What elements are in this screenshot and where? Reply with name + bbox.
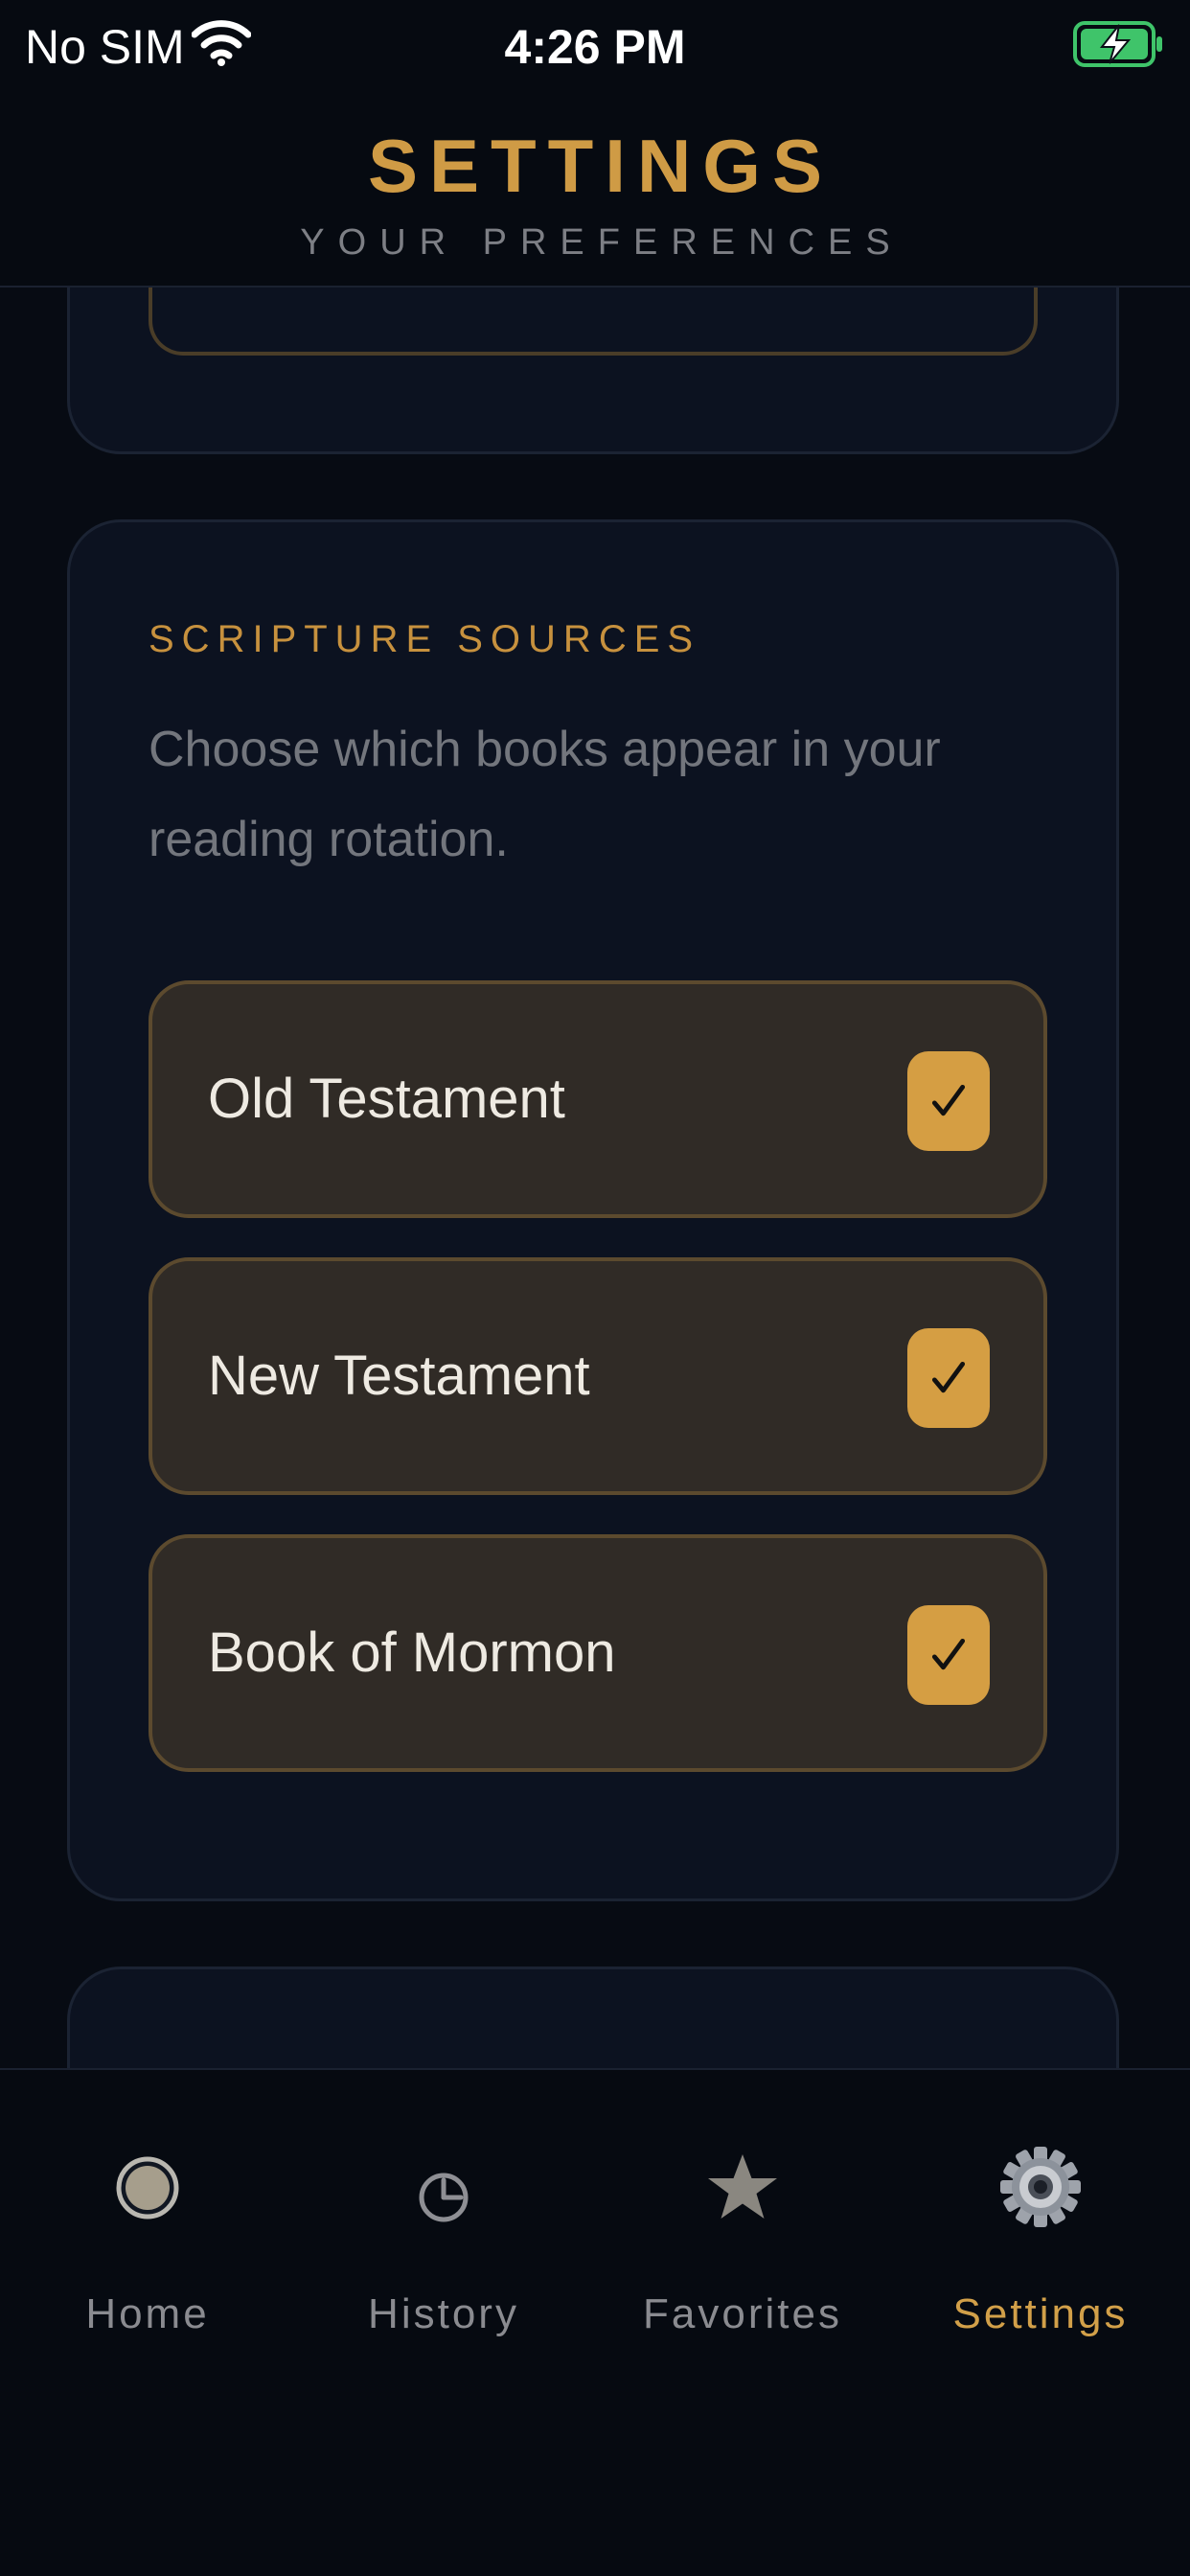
checkbox-checked[interactable]: [907, 1605, 990, 1705]
star-icon: [708, 2154, 777, 2219]
battery-charging-icon: [1073, 21, 1162, 67]
page-header: SETTINGS YOUR PREFERENCES: [0, 96, 1190, 288]
source-row-book-of-mormon[interactable]: Book of Mormon: [149, 1534, 1047, 1772]
tab-settings[interactable]: Settings: [916, 2147, 1165, 2338]
checkbox-checked[interactable]: [907, 1328, 990, 1428]
tab-label: Favorites: [643, 2290, 842, 2337]
source-label: New Testament: [208, 1345, 590, 1407]
tab-history[interactable]: History: [319, 2147, 568, 2338]
scripture-sources-card: SCRIPTURE SOURCES Choose which books app…: [67, 519, 1119, 1901]
tab-label: Home: [85, 2290, 210, 2337]
section-description: Choose which books appear in your readin…: [149, 722, 941, 867]
gear-icon: [1000, 2147, 1081, 2227]
checkbox-checked[interactable]: [907, 1051, 990, 1151]
tab-home[interactable]: Home: [23, 2147, 272, 2338]
section-title: SCRIPTURE SOURCES: [149, 618, 701, 660]
source-row-new-testament[interactable]: New Testament: [149, 1257, 1047, 1495]
tab-favorites[interactable]: Favorites: [618, 2147, 867, 2338]
settings-scroll-area[interactable]: SCRIPTURE SOURCES Choose which books app…: [0, 0, 1190, 2070]
settings-screen: SCRIPTURE SOURCES Choose which books app…: [0, 0, 1190, 2576]
clock-icon: [419, 2173, 469, 2222]
page-subtitle: YOUR PREFERENCES: [300, 222, 904, 263]
page-title: SETTINGS: [367, 124, 835, 208]
tab-label: History: [368, 2290, 519, 2337]
source-row-old-testament[interactable]: Old Testament: [149, 980, 1047, 1218]
next-settings-card: [67, 1966, 1119, 2070]
checkmark-icon: [931, 1638, 966, 1670]
tab-bar: Home History Favorites Settings: [0, 2068, 1190, 2576]
checkmark-icon: [931, 1361, 966, 1393]
home-icon: [116, 2156, 179, 2220]
clock: 4:26 PM: [504, 20, 686, 74]
checkmark-icon: [931, 1084, 966, 1116]
source-label: Book of Mormon: [208, 1622, 616, 1684]
tab-label: Settings: [952, 2290, 1129, 2337]
source-label: Old Testament: [208, 1068, 565, 1130]
status-bar: No SIM 4:26 PM: [0, 0, 1190, 96]
